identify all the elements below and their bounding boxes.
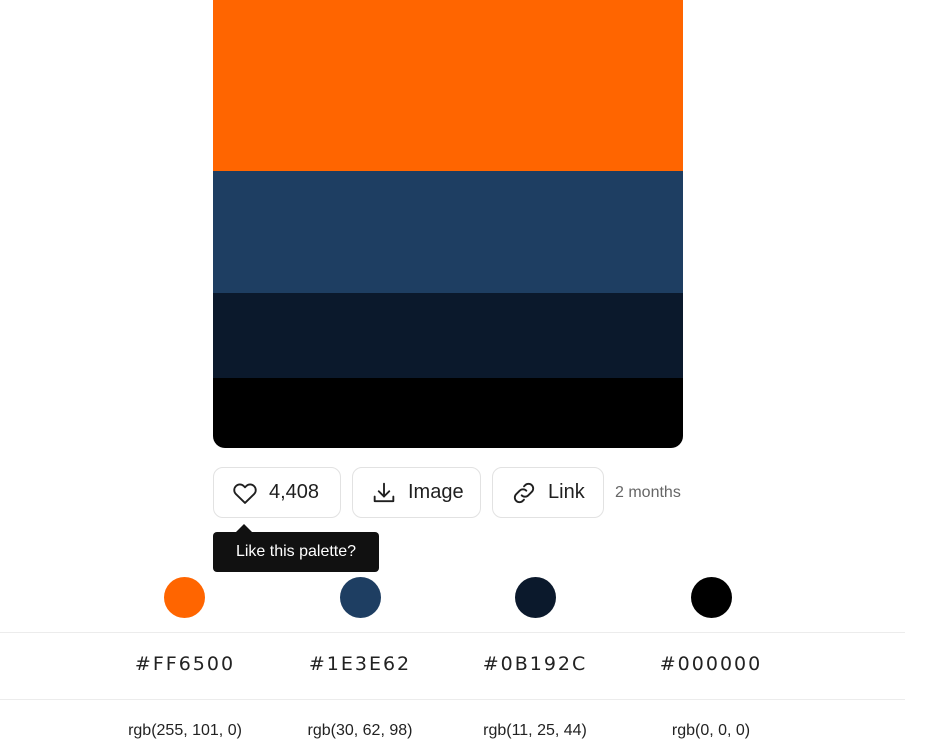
download-image-button[interactable]: Image: [352, 467, 481, 518]
palette-swatch-2[interactable]: [213, 171, 683, 293]
copy-link-label: Link: [548, 481, 585, 503]
copy-link-button[interactable]: Link: [492, 467, 604, 518]
like-tooltip: Like this palette?: [213, 524, 379, 572]
color-dot-2[interactable]: [340, 577, 381, 618]
palette-page: 4,408 Image Link 2 months Like this pale…: [0, 0, 939, 754]
color-rgb-3[interactable]: rgb(11, 25, 44): [447, 722, 623, 740]
color-rgb-4[interactable]: rgb(0, 0, 0): [623, 722, 799, 740]
download-image-label: Image: [408, 481, 464, 503]
palette-actions: 4,408 Image Link 2 months: [213, 467, 681, 518]
like-button[interactable]: 4,408: [213, 467, 341, 518]
link-icon: [510, 479, 538, 507]
color-hex-3[interactable]: #0B192C: [447, 653, 623, 675]
color-rgb-1[interactable]: rgb(255, 101, 0): [97, 722, 273, 740]
color-hex-2[interactable]: #1E3E62: [272, 653, 448, 675]
like-count: 4,408: [269, 481, 320, 503]
palette-swatch-4[interactable]: [213, 378, 683, 448]
color-dot-4[interactable]: [691, 577, 732, 618]
palette-swatch-3[interactable]: [213, 293, 683, 378]
color-dot-1[interactable]: [164, 577, 205, 618]
color-rgb-2[interactable]: rgb(30, 62, 98): [272, 722, 448, 740]
color-hex-1[interactable]: #FF6500: [97, 653, 273, 675]
divider: [0, 632, 905, 633]
time-ago: 2 months: [615, 483, 681, 501]
palette-swatch-1[interactable]: [213, 0, 683, 171]
color-hex-4[interactable]: #000000: [623, 653, 799, 675]
like-tooltip-text: Like this palette?: [235, 543, 357, 560]
palette-preview[interactable]: [213, 0, 683, 448]
color-dot-3[interactable]: [515, 577, 556, 618]
download-icon: [370, 479, 398, 507]
heart-icon: [231, 479, 259, 507]
divider: [0, 699, 905, 700]
